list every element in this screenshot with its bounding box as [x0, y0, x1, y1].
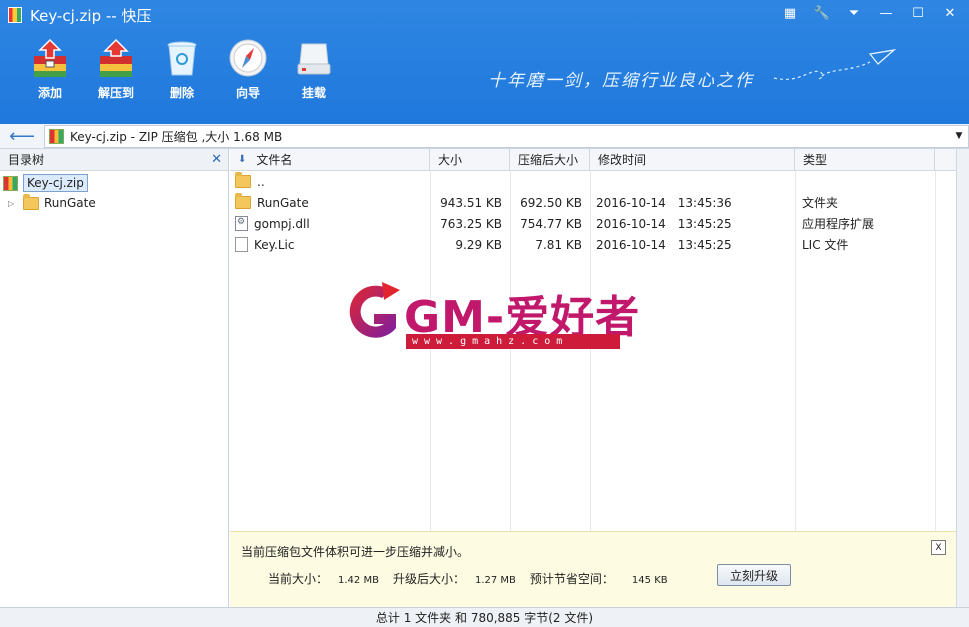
- current-size-value: 1.42 MB: [338, 575, 379, 586]
- wrench-icon[interactable]: 🔧: [813, 4, 831, 22]
- toolbar: 添加 解压到 删除 向导 挂载: [28, 38, 336, 101]
- column-header-name-label: 文件名: [256, 153, 293, 167]
- chevron-down-icon[interactable]: ▼: [950, 131, 968, 141]
- recycle-bin-icon: [162, 38, 202, 78]
- file-rows: .. RunGate 943.51 KB 692.50 KB 2016-10-1…: [230, 171, 969, 255]
- compass-icon: [228, 38, 268, 78]
- tree-header-label: 目录树: [8, 153, 45, 167]
- file-name: RunGate: [257, 195, 309, 210]
- folder-icon: [23, 193, 39, 210]
- close-tree-icon[interactable]: ✕: [211, 152, 222, 167]
- file-packed-size: 7.81 KB: [535, 237, 582, 252]
- expand-triangle-icon[interactable]: ▷: [8, 199, 18, 208]
- back-arrow-icon[interactable]: ⟵: [0, 124, 44, 149]
- upgrade-notice: 当前压缩包文件体积可进一步压缩并减小。 当前大小： 1.42 MB 升级后大小： 1…: [230, 531, 956, 607]
- drive-icon: [294, 38, 334, 78]
- window-title: Key-cj.zip -- 快压: [8, 5, 151, 25]
- file-name: gompj.dll: [254, 216, 310, 231]
- wizard-label: 向导: [235, 86, 260, 100]
- file-size: 763.25 KB: [440, 216, 502, 231]
- file-date: 2016-10-14: [596, 195, 666, 210]
- window-controls: ▦ 🔧 ⏷ — ☐ ✕: [781, 4, 959, 22]
- generic-file-icon: [235, 237, 248, 252]
- table-row[interactable]: RunGate 943.51 KB 692.50 KB 2016-10-14 13…: [230, 192, 969, 213]
- directory-tree-pane: 目录树 ✕ Key-cj.zip ▷ RunGate: [0, 149, 229, 607]
- address-field[interactable]: Key-cj.zip - ZIP 压缩包 ,大小 1.68 MB ▼: [44, 124, 969, 148]
- current-size-label: 当前大小：: [268, 572, 329, 586]
- column-header-name[interactable]: ⬇ 文件名: [230, 149, 430, 170]
- file-name: ..: [257, 174, 265, 189]
- maximize-icon[interactable]: ☐: [909, 4, 927, 22]
- title-toolbar-area: Key-cj.zip -- 快压 ▦ 🔧 ⏷ — ☐ ✕ 添加 解压到 删除 向…: [0, 0, 969, 124]
- table-row[interactable]: ..: [230, 171, 969, 192]
- extract-label: 解压到: [97, 86, 134, 100]
- file-date: 2016-10-14: [596, 216, 666, 231]
- slogan-text: 十年磨一剑，压缩行业良心之作: [488, 71, 754, 91]
- saving-value: 145 KB: [631, 575, 668, 586]
- file-type: 应用程序扩展: [802, 217, 875, 231]
- window-title-text: Key-cj.zip -- 快压: [30, 6, 152, 25]
- file-time: 13:45:36: [677, 195, 732, 210]
- address-text: Key-cj.zip - ZIP 压缩包 ,大小 1.68 MB: [70, 129, 283, 144]
- file-packed-size: 692.50 KB: [520, 195, 582, 210]
- close-icon[interactable]: ✕: [941, 4, 959, 22]
- file-type: LIC 文件: [802, 238, 849, 252]
- file-time: 13:45:25: [677, 216, 732, 231]
- watermark-url: www.gmahz.com: [406, 334, 620, 349]
- mount-button[interactable]: 挂载: [292, 38, 336, 101]
- after-size-value: 1.27 MB: [474, 575, 516, 586]
- extract-icon: [96, 38, 136, 78]
- folder-icon: [235, 193, 251, 209]
- list-header: ⬇ 文件名 大小 压缩后大小 修改时间 类型: [230, 149, 969, 171]
- file-type: 文件夹: [802, 196, 839, 210]
- notice-stats: 当前大小： 1.42 MB 升级后大小： 1.27 MB 预计节省空间： 145 KB: [268, 570, 668, 587]
- delete-label: 删除: [169, 86, 194, 100]
- zip-archive-icon: [3, 175, 18, 191]
- minimize-icon[interactable]: —: [877, 4, 895, 22]
- file-date: 2016-10-14: [596, 237, 666, 252]
- right-scroll-strip: [956, 149, 969, 607]
- mount-label: 挂载: [301, 86, 326, 100]
- dll-file-icon: [235, 216, 248, 231]
- saving-label: 预计节省空间：: [529, 572, 614, 586]
- notice-message: 当前压缩包文件体积可进一步压缩并减小。: [241, 545, 470, 559]
- column-header-type[interactable]: 类型: [795, 149, 935, 170]
- dropdown-menu-icon[interactable]: ⏷: [845, 4, 863, 22]
- zip-archive-icon: [49, 128, 64, 144]
- wizard-button[interactable]: 向导: [226, 38, 270, 101]
- table-row[interactable]: gompj.dll 763.25 KB 754.77 KB 2016-10-14…: [230, 213, 969, 234]
- add-button[interactable]: 添加: [28, 38, 72, 101]
- tree-item-rungate[interactable]: ▷ RunGate: [8, 193, 228, 213]
- folder-icon: [235, 172, 251, 188]
- tree-root-label: Key-cj.zip: [23, 174, 88, 192]
- add-archive-icon: [30, 38, 70, 78]
- close-notice-icon[interactable]: X: [931, 540, 946, 555]
- upgrade-now-button[interactable]: 立刻升级: [717, 564, 791, 586]
- file-time: 13:45:25: [677, 237, 732, 252]
- sort-arrow-icon: ⬇: [238, 154, 247, 165]
- paper-plane-icon: [773, 48, 897, 80]
- file-size: 943.51 KB: [440, 195, 502, 210]
- tree-header: 目录树 ✕: [0, 149, 228, 171]
- tree-root-item[interactable]: Key-cj.zip: [3, 173, 228, 193]
- table-row[interactable]: Key.Lic 9.29 KB 7.81 KB 2016-10-14 13:45:…: [230, 234, 969, 255]
- app-logo-icon: [8, 7, 22, 23]
- tree-item-label: RunGate: [44, 196, 96, 210]
- status-text: 总计 1 文件夹 和 780,885 字节(2 文件): [375, 611, 594, 625]
- file-packed-size: 754.77 KB: [520, 216, 582, 231]
- delete-button[interactable]: 删除: [160, 38, 204, 101]
- status-bar: 总计 1 文件夹 和 780,885 字节(2 文件): [0, 607, 969, 627]
- after-size-label: 升级后大小：: [392, 572, 465, 586]
- address-bar: ⟵ Key-cj.zip - ZIP 压缩包 ,大小 1.68 MB ▼: [0, 124, 969, 149]
- column-header-size[interactable]: 大小: [430, 149, 510, 170]
- add-label: 添加: [37, 86, 62, 100]
- column-header-modified[interactable]: 修改时间: [590, 149, 795, 170]
- extract-button[interactable]: 解压到: [94, 38, 138, 101]
- file-size: 9.29 KB: [455, 237, 502, 252]
- column-header-packed[interactable]: 压缩后大小: [510, 149, 590, 170]
- file-name: Key.Lic: [254, 237, 295, 252]
- grid-menu-icon[interactable]: ▦: [781, 4, 799, 22]
